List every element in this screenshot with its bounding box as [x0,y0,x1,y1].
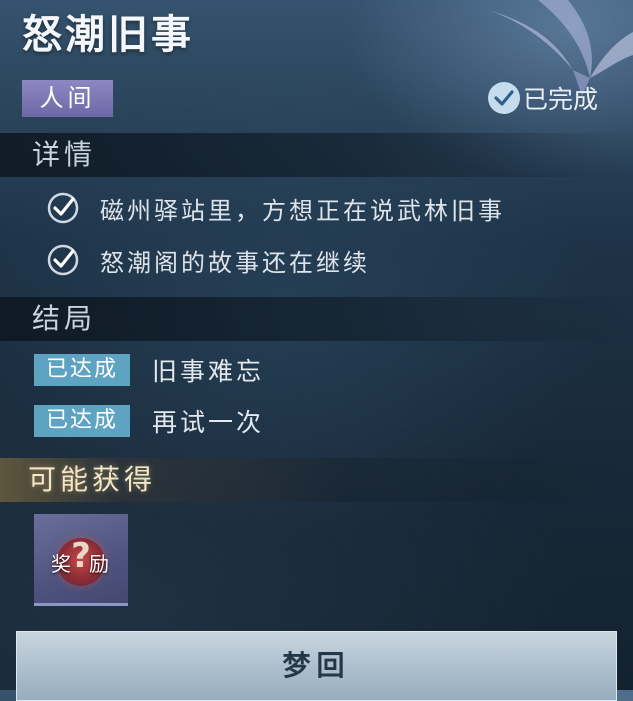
quest-title: 怒潮旧事 [22,11,194,58]
reward-label: 奖励 [51,552,127,576]
completed-status: 已完成 [488,81,598,115]
completed-label: 已完成 [523,85,599,114]
detail-item: 怒潮阁的故事还在继续 [46,240,370,280]
ending-item: 已达成 旧事难忘 [34,352,264,388]
realm-tag: 人间 [22,80,113,117]
dream-return-label: 梦回 [282,649,351,682]
ending-item: 已达成 再试一次 [34,403,264,439]
ending-text: 旧事难忘 [152,357,265,386]
reward-slot[interactable]: ? 奖励 [34,514,128,606]
detail-text: 怒潮阁的故事还在继续 [100,248,370,277]
achieved-badge: 已达成 [34,405,130,437]
detail-item: 磁州驿站里，方想正在说武林旧事 [46,188,505,228]
checkmark-icon [47,244,79,276]
dream-return-button[interactable]: 梦回 [16,631,617,701]
ending-text: 再试一次 [152,408,265,437]
detail-text: 磁州驿站里，方想正在说武林旧事 [100,196,505,225]
achieved-badge: 已达成 [34,354,130,386]
checkmark-icon [47,192,79,224]
details-heading: 详情 [32,138,97,171]
endings-heading: 结局 [32,302,97,335]
check-circle-icon [488,82,520,114]
rewards-heading: 可能获得 [28,463,157,496]
